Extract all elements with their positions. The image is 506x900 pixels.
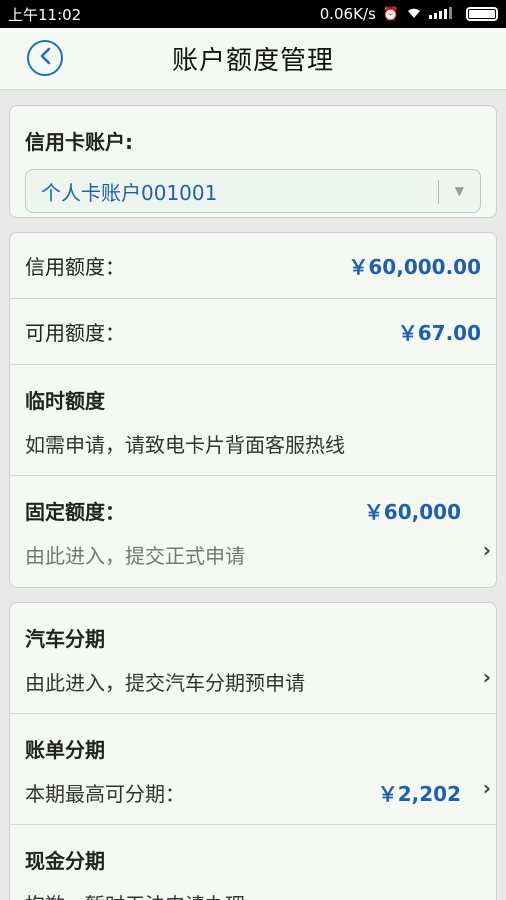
- chevron-down-icon: ▼: [454, 184, 464, 198]
- limits-card: 信用额度： ￥60,000.00 可用额度： ￥67.00 临时额度 如需申请，…: [9, 232, 497, 588]
- network-speed: 0.06K/s: [319, 5, 376, 23]
- account-select[interactable]: 个人卡账户001001 ▼: [25, 169, 481, 213]
- account-select-value: 个人卡账户001001: [41, 180, 218, 205]
- cash-installment-title: 现金分期: [25, 849, 105, 873]
- credit-limit-label: 信用额度：: [25, 255, 125, 279]
- temp-limit-row: 临时额度 如需申请，请致电卡片背面客服热线: [10, 365, 496, 476]
- cash-installment-desc: 抱歉，暂时无法申请办理: [25, 889, 481, 900]
- cash-installment-row: 现金分期 抱歉，暂时无法申请办理: [10, 825, 496, 900]
- credit-limit-value: ￥60,000.00: [348, 255, 481, 279]
- chevron-right-icon: ›: [482, 665, 491, 689]
- car-installment-desc: 由此进入，提交汽车分期预申请: [25, 671, 305, 695]
- available-limit-value: ￥67.00: [397, 321, 481, 345]
- installments-card: 汽车分期 由此进入，提交汽车分期预申请 › 账单分期 本期最高可分期： ￥2,2…: [9, 602, 497, 900]
- app-header: 账户额度管理: [0, 28, 506, 90]
- fixed-limit-row[interactable]: 固定额度： ￥60,000 由此进入，提交正式申请 ›: [10, 476, 496, 587]
- back-button[interactable]: [27, 40, 63, 76]
- back-icon: [38, 47, 52, 69]
- chevron-right-icon: ›: [482, 776, 491, 800]
- select-divider: [438, 180, 439, 204]
- bill-installment-title: 账单分期: [25, 738, 105, 762]
- bill-installment-row[interactable]: 账单分期 本期最高可分期： ￥2,202 ›: [10, 714, 496, 825]
- page-title: 账户额度管理: [171, 46, 334, 76]
- status-time: 上午11:02: [8, 5, 82, 24]
- credit-limit-row: 信用额度： ￥60,000.00: [10, 233, 496, 299]
- fixed-limit-value: ￥60,000: [363, 500, 461, 524]
- bill-installment-desc: 本期最高可分期：: [25, 782, 185, 806]
- signal-icon: [429, 5, 459, 23]
- status-right: 0.06K/s ⏰: [320, 5, 498, 23]
- car-installment-row[interactable]: 汽车分期 由此进入，提交汽车分期预申请 ›: [10, 603, 496, 714]
- chevron-right-icon: ›: [482, 538, 491, 562]
- fixed-limit-title: 固定额度：: [25, 500, 125, 524]
- battery-icon: [466, 7, 498, 21]
- temp-limit-desc: 如需申请，请致电卡片背面客服热线: [25, 433, 345, 457]
- available-limit-label: 可用额度：: [25, 321, 125, 345]
- available-limit-row: 可用额度： ￥67.00: [10, 299, 496, 365]
- alarm-icon: ⏰: [382, 6, 399, 22]
- wifi-icon: [406, 5, 422, 23]
- account-label: 信用卡账户:: [25, 130, 133, 154]
- fixed-limit-desc: 由此进入，提交正式申请: [25, 544, 245, 568]
- temp-limit-title: 临时额度: [25, 389, 105, 413]
- account-card: 信用卡账户: 个人卡账户001001 ▼: [9, 105, 497, 218]
- status-bar: 上午11:02 0.06K/s ⏰: [0, 0, 506, 28]
- car-installment-title: 汽车分期: [25, 627, 105, 651]
- bill-installment-value: ￥2,202: [377, 782, 461, 806]
